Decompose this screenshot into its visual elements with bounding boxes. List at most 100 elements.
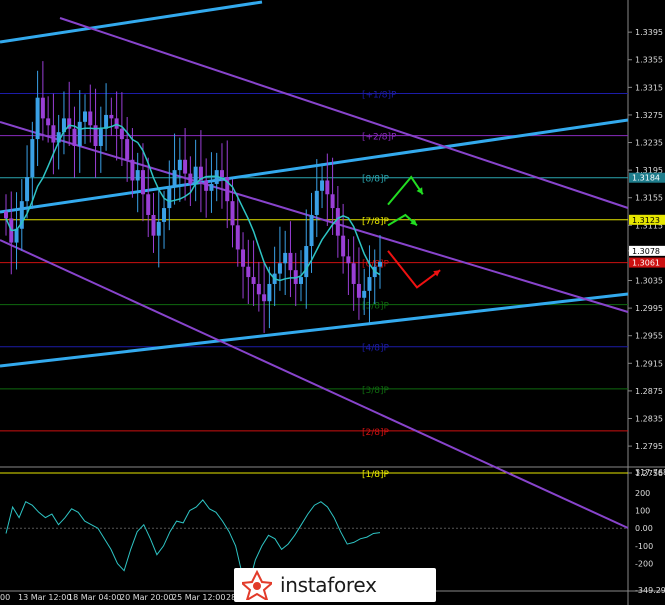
candle-body bbox=[204, 180, 209, 191]
candle-body bbox=[341, 235, 346, 257]
candle-body bbox=[83, 111, 88, 122]
candle-body bbox=[288, 252, 293, 271]
candle-body bbox=[35, 97, 40, 140]
murrey-level-label: [3/8]P bbox=[362, 386, 390, 396]
candle-body bbox=[40, 97, 45, 119]
price-tick-label: 1.3315 bbox=[635, 83, 663, 92]
signal-arrows bbox=[387, 175, 441, 289]
candle-body bbox=[135, 170, 140, 181]
candle-body bbox=[309, 214, 314, 247]
murrey-level-label: [8/8]P bbox=[362, 175, 390, 185]
price-tick-label: 1.2915 bbox=[635, 359, 663, 368]
candle-body bbox=[267, 283, 272, 302]
candle-body bbox=[378, 261, 382, 267]
candle-body bbox=[114, 118, 119, 129]
candle-body bbox=[146, 194, 151, 215]
candle-body bbox=[235, 225, 240, 250]
chart-window: [+1/8]P [+2/8]P [8/8]P [7/8]P [6/8]P [5/8]P [4… bbox=[0, 0, 665, 605]
osc-tick-label: 0.00 bbox=[635, 524, 653, 533]
osc-tick-label: -100 bbox=[635, 542, 653, 551]
candle-body bbox=[167, 187, 172, 209]
candle-body bbox=[283, 252, 288, 264]
osc-tick-label: -349.291 bbox=[635, 586, 665, 595]
candle-body bbox=[156, 221, 161, 236]
price-tag-label: 1.3078 bbox=[632, 247, 660, 256]
price-tag-label: 1.3123 bbox=[632, 216, 660, 225]
date-label: 25 Mar 12:00 bbox=[172, 593, 225, 602]
candle-body bbox=[209, 183, 214, 191]
price-tag-label: 1.3184 bbox=[632, 174, 660, 183]
murrey-level-label: [5/8]P bbox=[362, 302, 390, 312]
candle-body bbox=[262, 294, 267, 302]
murrey-level-label: [+2/8]P bbox=[362, 133, 397, 143]
price-tick-label: 1.2875 bbox=[635, 387, 663, 396]
instaforex-logo-icon bbox=[239, 569, 275, 603]
channel-line bbox=[0, 0, 263, 44]
price-tick-label: 1.3275 bbox=[635, 111, 663, 120]
candle-body bbox=[151, 214, 156, 236]
candle-body bbox=[356, 283, 361, 298]
candle-body bbox=[246, 266, 251, 278]
candle-body bbox=[277, 263, 282, 274]
candle-body bbox=[130, 159, 135, 181]
candle-body bbox=[98, 128, 103, 146]
price-tick-label: 1.3155 bbox=[635, 194, 663, 203]
candle-body bbox=[251, 277, 256, 284]
price-tick-label: 1.2995 bbox=[635, 304, 663, 313]
candles bbox=[4, 61, 382, 333]
date-label: 20 Mar 20:00 bbox=[120, 593, 173, 602]
candle-body bbox=[30, 139, 35, 178]
candle-body bbox=[241, 249, 246, 267]
signal-arrow bbox=[387, 250, 441, 289]
candle-body bbox=[188, 173, 193, 184]
price-chart: [+1/8]P[+2/8]P[8/8]P[7/8]P[6/8]P[5/8]P[4… bbox=[0, 0, 665, 605]
price-tag-label: 1.3061 bbox=[632, 259, 660, 268]
osc-tick-label: 200 bbox=[635, 489, 650, 498]
candle-body bbox=[193, 166, 198, 184]
candle-body bbox=[183, 159, 188, 174]
candle-body bbox=[320, 180, 325, 191]
candle-body bbox=[125, 139, 130, 160]
candle-body bbox=[330, 194, 335, 209]
price-tick-label: 1.2795 bbox=[635, 442, 663, 451]
date-label: 00 bbox=[0, 593, 10, 602]
candle-body bbox=[88, 111, 93, 126]
price-tick-label: 1.2955 bbox=[635, 332, 663, 341]
candle-body bbox=[162, 208, 167, 222]
candle-body bbox=[119, 128, 124, 140]
candle-body bbox=[219, 170, 224, 178]
price-tick-label: 1.2835 bbox=[635, 414, 663, 423]
date-axis: 00 13 Mar 12:0018 Mar 04:0020 Mar 20:0025… bbox=[0, 593, 251, 602]
murrey-level-label: [1/8]P bbox=[362, 470, 390, 480]
candle-body bbox=[346, 256, 351, 264]
date-label: 13 Mar 12:00 bbox=[18, 593, 71, 602]
candle-body bbox=[172, 170, 177, 188]
candle-body bbox=[104, 114, 109, 129]
candle-body bbox=[14, 228, 19, 243]
candle-body bbox=[72, 128, 77, 146]
price-tick-label: 1.3395 bbox=[635, 28, 663, 37]
candle-body bbox=[351, 263, 356, 284]
candle-body bbox=[109, 114, 114, 119]
date-label: 18 Mar 04:00 bbox=[68, 593, 121, 602]
channel-line bbox=[59, 17, 629, 209]
price-tick-label: 1.3235 bbox=[635, 139, 663, 148]
instaforex-logo: instaforex bbox=[234, 568, 436, 603]
candle-body bbox=[51, 125, 56, 143]
candle-body bbox=[335, 208, 340, 236]
murrey-levels: [+1/8]P[+2/8]P[8/8]P[7/8]P[6/8]P[5/8]P[4… bbox=[0, 91, 628, 480]
logo-text: instaforex bbox=[280, 573, 377, 597]
price-tick-label: 1.3355 bbox=[635, 56, 663, 65]
price-axis: 1.33951.33551.33151.32751.32351.31951.31… bbox=[628, 28, 665, 478]
candle-body bbox=[367, 277, 372, 291]
candle-body bbox=[25, 177, 30, 202]
candle-body bbox=[298, 277, 303, 284]
price-tick-label: 1.3035 bbox=[635, 277, 663, 286]
candle-body bbox=[362, 290, 367, 298]
candle-body bbox=[77, 121, 82, 146]
murrey-level-label: [7/8]P bbox=[362, 217, 390, 227]
candle-body bbox=[230, 201, 235, 226]
candle-body bbox=[4, 211, 8, 219]
osc-tick-label: -200 bbox=[635, 560, 653, 569]
candle-body bbox=[314, 190, 319, 215]
